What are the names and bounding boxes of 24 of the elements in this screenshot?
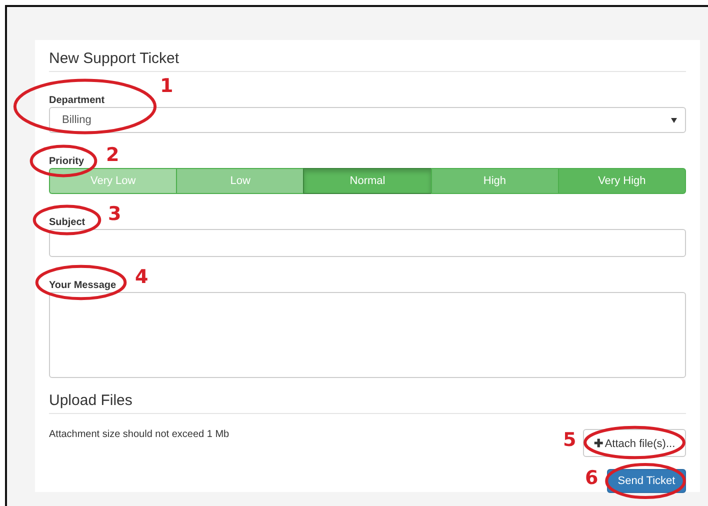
annotation-ellipse xyxy=(33,205,101,235)
priority-option[interactable]: Very Low xyxy=(49,168,176,194)
annotation-number: 3 xyxy=(108,204,122,224)
subject-field[interactable] xyxy=(49,229,686,257)
form-title: New Support Ticket xyxy=(49,50,686,72)
department-select[interactable]: Billing xyxy=(49,107,686,133)
annotation-number: 1 xyxy=(160,76,174,96)
annotation-number: 4 xyxy=(135,267,148,287)
annotation-ellipse xyxy=(30,145,97,177)
annotation-number: 2 xyxy=(106,145,120,165)
field-label: Subject xyxy=(49,217,86,228)
message-field[interactable] xyxy=(49,292,686,378)
size-note: Attachment size should not exceed 1 Mb xyxy=(49,429,230,442)
priority-option[interactable]: Normal xyxy=(303,168,431,194)
section-title: Upload Files xyxy=(49,392,686,414)
caret-icon xyxy=(671,118,677,122)
priority-option[interactable]: Very High xyxy=(558,168,686,194)
annotation-number: 5 xyxy=(563,430,576,450)
field-label: Priority xyxy=(49,156,84,167)
priority-option[interactable]: High xyxy=(430,168,558,194)
field-label: Department xyxy=(49,95,105,106)
priority-option[interactable]: Low xyxy=(176,168,304,194)
field-label: Your Message xyxy=(49,280,116,291)
annotation-number: 6 xyxy=(585,468,598,488)
